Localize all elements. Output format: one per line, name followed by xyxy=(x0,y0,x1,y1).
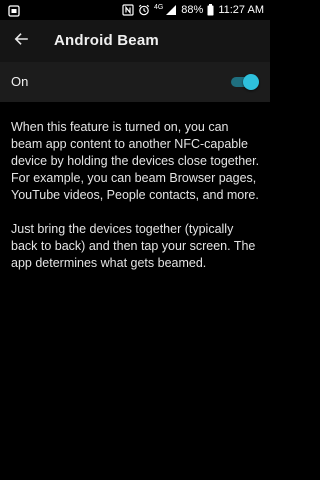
description-paragraph-1: When this feature is turned on, you can … xyxy=(11,120,260,202)
notification-icon xyxy=(8,4,20,17)
app-bar: Android Beam xyxy=(0,20,270,62)
signal-icon xyxy=(165,4,177,16)
network-type: 4G xyxy=(153,3,164,11)
battery-icon xyxy=(207,4,214,16)
beam-toggle-row[interactable]: On xyxy=(0,62,270,102)
arrow-left-icon xyxy=(13,31,29,52)
toggle-label: On xyxy=(11,74,29,89)
status-bar: 4G 88% 11:27 AM xyxy=(0,0,270,20)
status-icons: 4G 88% 11:27 AM xyxy=(122,3,264,17)
switch-thumb xyxy=(243,74,259,90)
nfc-icon xyxy=(122,4,134,16)
page-title: Android Beam xyxy=(54,32,159,49)
description: When this feature is turned on, you can … xyxy=(11,119,263,289)
clock: 11:27 AM xyxy=(218,4,264,16)
back-button[interactable] xyxy=(8,28,34,54)
beam-toggle-switch[interactable] xyxy=(231,74,259,90)
description-paragraph-2: Just bring the devices together (typical… xyxy=(11,222,256,270)
alarm-icon xyxy=(138,4,150,16)
battery-percent: 88% xyxy=(181,4,204,16)
screen: 4G 88% 11:27 AM Android Beam On When thi… xyxy=(0,0,270,480)
